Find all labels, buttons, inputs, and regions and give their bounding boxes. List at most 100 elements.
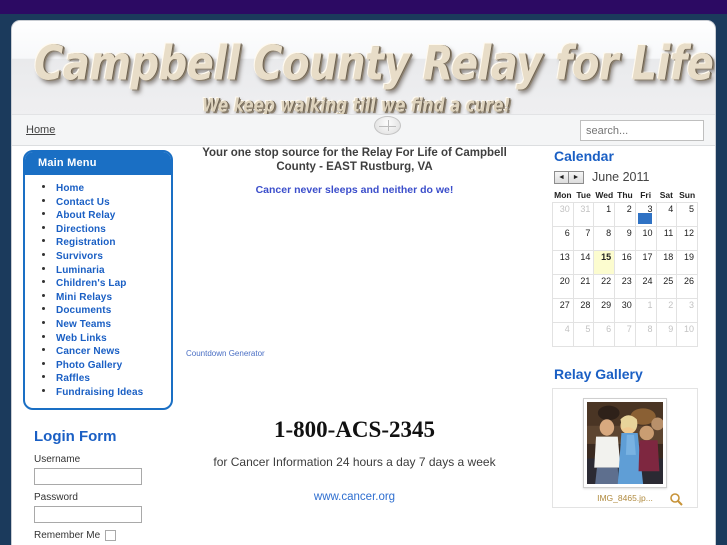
calendar-day-cell[interactable]: 4 [655,202,678,227]
countdown-generator-link[interactable]: Countdown Generator [177,349,532,358]
calendar-day-cell[interactable]: 7 [572,226,595,251]
calendar-day-cell[interactable]: 24 [634,274,657,299]
sidebar-item-contact-us[interactable]: Contact Us [25,195,171,208]
calendar-day-cell[interactable]: 17 [634,250,657,275]
calendar-day-cell[interactable]: 1 [593,202,616,227]
sidebar-link-survivors[interactable]: Survivors [56,251,103,262]
page-panel: Campbell County Relay for Life We keep w… [11,20,716,545]
calendar-day-cell[interactable]: 5 [572,322,595,347]
main-content: Your one stop source for the Relay For L… [177,146,532,503]
sidebar-item-survivors[interactable]: Survivors [25,249,171,262]
top-purple-bar [0,0,727,14]
calendar-day-cell[interactable]: 3 [676,298,698,323]
calendar-day-cell[interactable]: 28 [572,298,595,323]
calendar-day-cell[interactable]: 19 [676,250,698,275]
sidebar-item-about-relay[interactable]: About Relay [25,208,171,221]
calendar-day-cell[interactable]: 7 [614,322,636,347]
password-input[interactable] [34,505,142,523]
sidebar-item-home[interactable]: Home [25,181,171,194]
gallery-photo[interactable] [587,402,663,484]
page-tagline: Your one stop source for the Relay For L… [202,147,507,173]
sidebar-item-new-teams[interactable]: New Teams [25,317,171,330]
calendar-day-cell[interactable]: 4 [552,322,574,347]
calendar-day-cell[interactable]: 2 [614,202,636,227]
calendar-weekday: Thu [617,190,633,200]
calendar-day-cell[interactable]: 13 [552,250,574,275]
calendar-day-cell[interactable]: 12 [676,226,698,251]
calendar-day-cell[interactable]: 8 [593,226,616,251]
site-header: Campbell County Relay for Life We keep w… [12,21,715,114]
calendar-day-cell[interactable]: 9 [614,226,636,251]
sidebar-link-raffles[interactable]: Raffles [56,373,90,384]
calendar-day-cell[interactable]: 9 [655,322,678,347]
sidebar-item-documents[interactable]: Documents [25,303,171,316]
calendar-day-cell[interactable]: 20 [552,274,574,299]
calendar-next-month-icon[interactable]: ► [569,170,584,184]
calendar-day-cell[interactable]: 11 [655,226,678,251]
sidebar-item-luminaria[interactable]: Luminaria [25,263,171,276]
sidebar-item-childrens-lap[interactable]: Children's Lap [25,276,171,289]
site-slogan: We keep walking till we find a cure! [202,94,511,114]
calendar-day-cell[interactable]: 21 [572,274,595,299]
username-input[interactable] [34,467,142,485]
calendar-day-cell[interactable]: 29 [593,298,616,323]
sidebar-item-raffles[interactable]: Raffles [25,371,171,384]
calendar-day-cell[interactable]: 5 [676,202,698,227]
gallery-item[interactable]: IMG_8465.jp... [552,388,698,508]
sidebar-link-registration[interactable]: Registration [56,237,116,248]
sidebar-link-photo-gallery[interactable]: Photo Gallery [56,360,122,371]
sidebar-link-directions[interactable]: Directions [56,224,106,235]
sidebar-item-cancer-news[interactable]: Cancer News [25,344,171,357]
sidebar-item-registration[interactable]: Registration [25,235,171,248]
sidebar-link-cancer-news[interactable]: Cancer News [56,346,120,357]
calendar-day-cell[interactable]: 27 [552,298,574,323]
sidebar-link-new-teams[interactable]: New Teams [56,319,111,330]
calendar-day-cell[interactable]: 30 [552,202,574,227]
calendar-day-cell[interactable]: 14 [572,250,595,275]
remember-me-checkbox[interactable] [105,529,117,541]
calendar-day-cell[interactable]: 16 [614,250,636,275]
page-frame: Campbell County Relay for Life We keep w… [0,14,727,545]
sidebar-link-contact-us[interactable]: Contact Us [56,197,110,208]
calendar-day-cell[interactable]: 6 [552,226,574,251]
calendar-day-cell[interactable]: 30 [614,298,636,323]
search-input[interactable] [580,120,704,141]
calendar-day-cell[interactable]: 6 [593,322,616,347]
calendar-prev-month-icon[interactable]: ◄ [554,170,569,184]
sidebar-link-web-links[interactable]: Web Links [56,333,107,344]
sidebar-link-documents[interactable]: Documents [56,305,111,316]
sidebar-item-directions[interactable]: Directions [25,222,171,235]
calendar-day-cell[interactable]: 2 [655,298,678,323]
sidebar-link-about-relay[interactable]: About Relay [56,210,115,221]
calendar-day-cell[interactable]: 8 [634,322,657,347]
sidebar-link-mini-relays[interactable]: Mini Relays [56,292,112,303]
sidebar-item-fundraising-ideas[interactable]: Fundraising Ideas [25,385,171,398]
calendar-day-cell[interactable]: 25 [655,274,678,299]
sidebar-item-photo-gallery[interactable]: Photo Gallery [25,358,171,371]
gallery-thumbnail-frame[interactable] [583,398,667,488]
calendar-module: Calendar ◄ ► June 2011 Mon Tue Wed Thu F… [552,148,704,347]
calendar-day-cell[interactable]: 3 [634,202,657,227]
sidebar-link-fundraising-ideas[interactable]: Fundraising Ideas [56,387,143,398]
calendar-day-cell[interactable]: 15 [593,250,616,275]
cancer-org-link[interactable]: www.cancer.org [177,491,532,503]
breadcrumb-home[interactable]: Home [26,124,55,136]
sidebar-link-home[interactable]: Home [56,183,84,194]
calendar-day-cell[interactable]: 18 [655,250,678,275]
header-collapse-toggle-icon[interactable] [374,116,401,135]
sidebar-item-mini-relays[interactable]: Mini Relays [25,290,171,303]
calendar-day-cell[interactable]: 23 [614,274,636,299]
sidebar-link-luminaria[interactable]: Luminaria [56,265,105,276]
sidebar-item-web-links[interactable]: Web Links [25,331,171,344]
calendar-day-cell[interactable]: 31 [572,202,595,227]
hotline-phone-number: 1-800-ACS-2345 [274,417,435,442]
sidebar-link-childrens-lap[interactable]: Children's Lap [56,278,126,289]
calendar-day-cell[interactable]: 22 [593,274,616,299]
calendar-day-cell[interactable]: 26 [676,274,698,299]
calendar-event-marker[interactable] [637,213,652,224]
magnifier-icon[interactable] [669,492,683,506]
calendar-day-cell[interactable]: 1 [634,298,657,323]
calendar-day-cell[interactable]: 10 [676,322,698,347]
login-form-title: Login Form [34,427,117,445]
calendar-day-cell[interactable]: 10 [634,226,657,251]
